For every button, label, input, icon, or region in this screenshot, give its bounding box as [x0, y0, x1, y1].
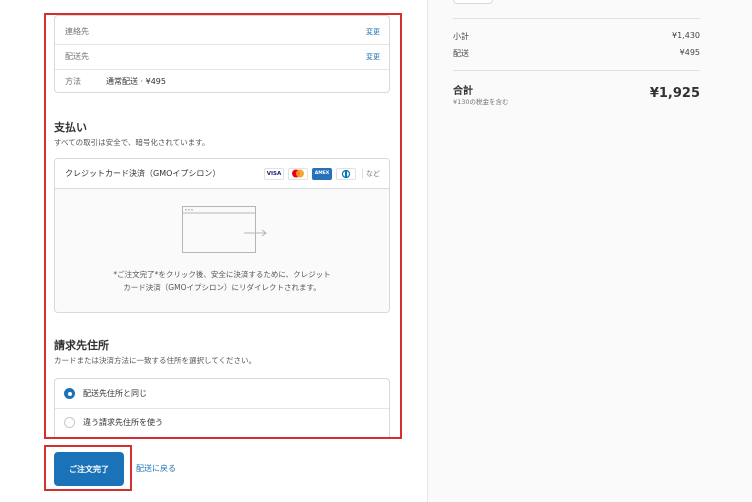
payment-method-name: クレジットカード決済（GMOイプシロン）	[65, 169, 221, 178]
payment-method-header[interactable]: クレジットカード決済（GMOイプシロン） VISA AMEX など	[55, 159, 389, 189]
summary-tab-edge	[453, 0, 493, 4]
redirect-notice-line: カード決済（GMOイプシロン）にリダイレクトされます。	[123, 283, 321, 292]
billing-option-label: 配送先住所と同じ	[83, 389, 147, 398]
billing-option-same[interactable]: 配送先住所と同じ	[55, 379, 389, 408]
radio-unselected-icon[interactable]	[64, 417, 75, 428]
method-value: 通常配送 · ¥495	[106, 77, 166, 86]
diners-card-icon	[336, 167, 356, 180]
complete-order-button[interactable]: ご注文完了	[54, 452, 124, 486]
payment-subtitle: すべての取引は安全で、暗号化されています。	[54, 138, 210, 147]
billing-option-label: 違う請求先住所を使う	[83, 418, 163, 427]
ship-to-row: 配送先 変更	[55, 44, 389, 69]
total-value: ¥1,925	[649, 86, 700, 101]
billing-subtitle: カードまたは決済方法に一致する住所を選択してください。	[54, 356, 257, 365]
summary-divider	[453, 70, 700, 71]
method-label: 方法	[65, 77, 81, 86]
more-cards-label: など	[362, 168, 389, 179]
return-to-shipping-link[interactable]: 配送に戻る	[136, 463, 176, 474]
billing-address-options: 配送先住所と同じ 違う請求先住所を使う	[54, 378, 390, 437]
contact-label: 連絡先	[65, 27, 89, 36]
subtotal-row: 小計 ¥1,430	[453, 31, 700, 42]
contact-row: 連絡先 変更	[55, 19, 389, 44]
shipping-row: 配送 ¥495	[453, 48, 700, 59]
payment-redirect-panel: *ご注文完了*をクリック後、安全に決済するために、クレジット カード決済（GMO…	[55, 189, 389, 312]
redirect-notice: *ご注文完了*をクリック後、安全に決済するために、クレジット カード決済（GMO…	[85, 268, 359, 294]
subtotal-label: 小計	[453, 32, 469, 41]
change-ship-to-link[interactable]: 変更	[366, 52, 389, 62]
billing-heading: 請求先住所	[54, 339, 109, 352]
shipping-label: 配送	[453, 49, 469, 58]
subtotal-value: ¥1,430	[672, 31, 700, 40]
billing-option-different[interactable]: 違う請求先住所を使う	[55, 408, 389, 437]
summary-divider	[453, 18, 700, 19]
amex-card-icon: AMEX	[312, 167, 332, 180]
change-contact-link[interactable]: 変更	[366, 27, 389, 37]
browser-redirect-icon	[182, 206, 267, 253]
checkout-main-section: 連絡先 変更 配送先 変更 方法 通常配送 · ¥495 支払い すべての取引は…	[44, 13, 402, 439]
mastercard-icon	[288, 167, 308, 180]
contact-review-box: 連絡先 変更 配送先 変更 方法 通常配送 · ¥495	[54, 15, 390, 93]
total-label: 合計	[453, 86, 473, 97]
order-summary-panel: 小計 ¥1,430 配送 ¥495 合計 ¥130の税金を含む ¥1,925	[427, 0, 752, 502]
payment-method-box: クレジットカード決済（GMOイプシロン） VISA AMEX など *ご注文完了…	[54, 158, 390, 313]
shipping-value: ¥495	[679, 48, 700, 57]
payment-heading: 支払い	[54, 121, 87, 134]
total-tax-note: ¥130の税金を含む	[453, 98, 509, 106]
submit-button-frame: ご注文完了	[44, 445, 132, 491]
method-row: 方法 通常配送 · ¥495	[55, 69, 389, 94]
visa-card-icon: VISA	[264, 167, 284, 180]
redirect-notice-line: *ご注文完了*をクリック後、安全に決済するために、クレジット	[113, 270, 331, 279]
ship-to-label: 配送先	[65, 52, 89, 61]
radio-selected-icon[interactable]	[64, 388, 75, 399]
